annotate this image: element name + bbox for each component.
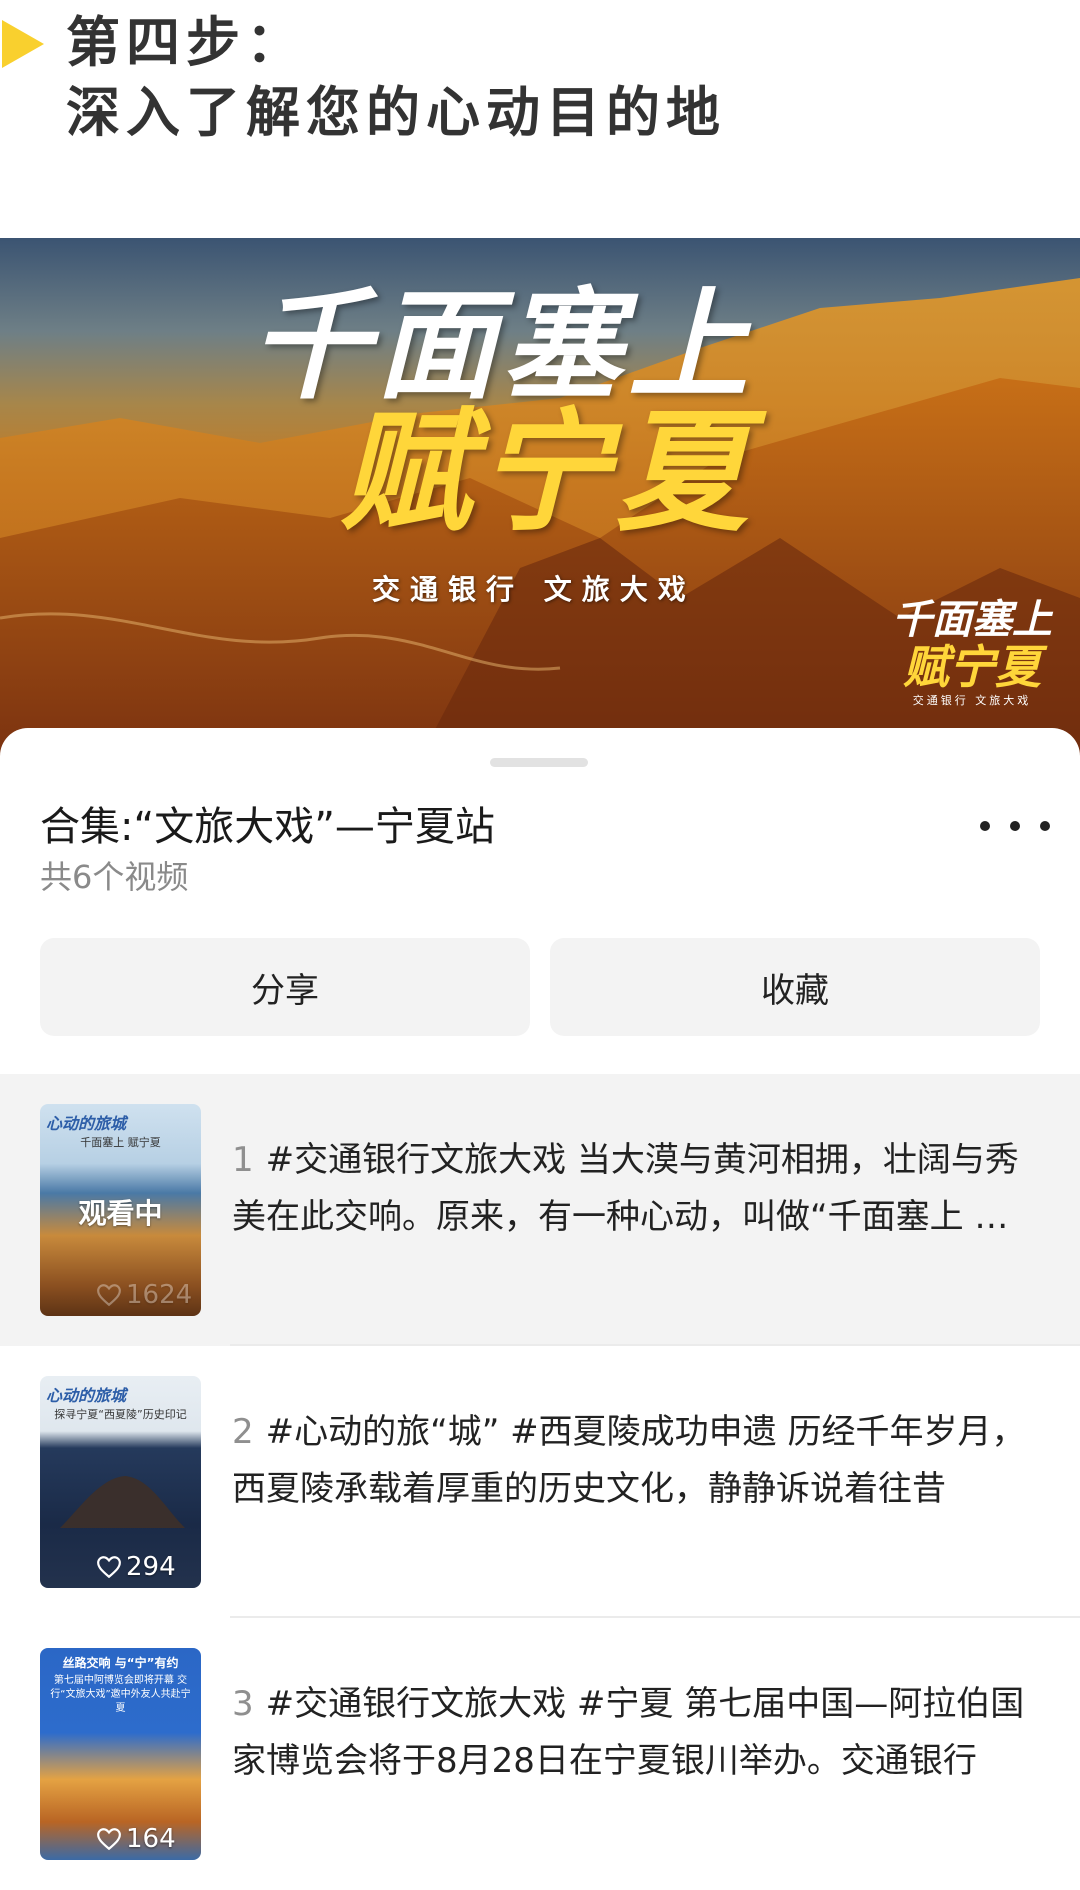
like-count: 1624 bbox=[96, 1280, 192, 1310]
dot bbox=[1010, 821, 1020, 831]
hero-subtitle: 交通银行 文旅大戏 bbox=[372, 573, 696, 606]
heart-icon bbox=[97, 1556, 121, 1579]
hero-corner-logo: 千面塞上 赋宁夏 交通银行 文旅大戏 bbox=[882, 598, 1062, 708]
video-text: #交通银行文旅大戏 #宁夏 第七届中国—阿拉伯国家博览会将于8月28日在宁夏银川… bbox=[232, 1684, 1025, 1781]
now-watching-badge: 观看中 bbox=[78, 1197, 163, 1230]
video-description: 1 #交通银行文旅大戏 当大漠与黄河相拥，壮阔与秀美在此交响。原来，有一种心动，叫… bbox=[232, 1132, 1032, 1246]
video-text: #交通银行文旅大戏 当大漠与黄河相拥，壮阔与秀美在此交响。原来，有一种心动，叫做… bbox=[232, 1140, 1019, 1237]
step-title-line1: 第四步： bbox=[66, 11, 306, 74]
video-index: 2 bbox=[232, 1412, 254, 1452]
hero-logo-line2: 赋宁夏 bbox=[903, 640, 1041, 694]
video-index: 1 bbox=[232, 1140, 254, 1180]
list-item-3[interactable]: 丝路交响 与“宁”有约 第七届中阿博览会即将开幕 交行“文旅大戏”邀中外友人共赴… bbox=[0, 1618, 1080, 1890]
like-count-value: 1624 bbox=[126, 1280, 193, 1310]
thumb-heading: 心动的旅城 bbox=[46, 1114, 127, 1133]
step-title-line2: 深入了解您的心动目的地 bbox=[66, 81, 726, 144]
thumb-heading: 丝路交响 与“宁”有约 bbox=[62, 1656, 179, 1670]
dot bbox=[980, 821, 990, 831]
collection-sheet: 合集:“文旅大戏”—宁夏站 共6个视频 分享 收藏 心动的旅城 千面塞上 赋宁夏… bbox=[0, 728, 1080, 1860]
video-thumbnail[interactable]: 心动的旅城 千面塞上 赋宁夏 观看中 1624 bbox=[40, 1104, 201, 1316]
dot bbox=[1040, 821, 1050, 831]
video-description: 2 #心动的旅“城” #西夏陵成功申遗 历经千年岁月，西夏陵承载着厚重的历史文化，… bbox=[232, 1404, 1032, 1518]
share-button[interactable]: 分享 bbox=[40, 938, 530, 1036]
hero-title-line2: 赋宁夏 bbox=[340, 395, 754, 550]
thumb-heading: 心动的旅城 bbox=[46, 1386, 127, 1405]
list-item-2[interactable]: 心动的旅城 探寻宁夏“西夏陵”历史印记 294 2 #心动的旅“城” #西夏陵成功… bbox=[0, 1346, 1080, 1618]
like-count-value: 164 bbox=[126, 1824, 176, 1854]
more-options-icon[interactable] bbox=[980, 808, 1050, 844]
video-count: 共6个视频 bbox=[40, 858, 189, 896]
heart-icon bbox=[97, 1284, 121, 1307]
list-item-1[interactable]: 心动的旅城 千面塞上 赋宁夏 观看中 1624 1 #交通银行文旅大戏 当大漠与黄… bbox=[0, 1074, 1080, 1346]
heart-icon bbox=[97, 1828, 121, 1851]
hero-video[interactable]: 千面塞上 赋宁夏 交通银行 文旅大戏 千面塞上 赋宁夏 交通银行 文旅大戏 bbox=[0, 238, 1080, 758]
drag-handle[interactable] bbox=[490, 758, 588, 767]
thumb-subheading: 千面塞上 赋宁夏 bbox=[80, 1136, 161, 1149]
thumb-subheading: 第七届中阿博览会即将开幕 交行“文旅大戏”邀中外友人共赴宁夏 bbox=[50, 1675, 191, 1714]
tomb-silhouette bbox=[60, 1476, 185, 1528]
play-triangle-icon bbox=[2, 20, 44, 68]
favorite-button[interactable]: 收藏 bbox=[550, 938, 1040, 1036]
like-count: 294 bbox=[96, 1552, 176, 1582]
thumb-subheading: 探寻宁夏“西夏陵”历史印记 bbox=[54, 1408, 187, 1421]
step-header: 第四步： 深入了解您的心动目的地 bbox=[0, 0, 1080, 220]
hero-logo-line1: 千面塞上 bbox=[892, 596, 1052, 643]
video-thumbnail[interactable]: 心动的旅城 探寻宁夏“西夏陵”历史印记 294 bbox=[40, 1376, 201, 1588]
video-thumbnail[interactable]: 丝路交响 与“宁”有约 第七届中阿博览会即将开幕 交行“文旅大戏”邀中外友人共赴… bbox=[40, 1648, 201, 1860]
step-title: 第四步： 深入了解您的心动目的地 bbox=[66, 8, 726, 148]
collection-title: 合集:“文旅大戏”—宁夏站 bbox=[40, 804, 495, 850]
video-index: 3 bbox=[232, 1684, 254, 1724]
hero-logo-line3: 交通银行 文旅大戏 bbox=[912, 694, 1032, 707]
like-count: 164 bbox=[96, 1824, 176, 1854]
video-text: #心动的旅“城” #西夏陵成功申遗 历经千年岁月，西夏陵承载着厚重的历史文化，静… bbox=[232, 1412, 1026, 1509]
video-description: 3 #交通银行文旅大戏 #宁夏 第七届中国—阿拉伯国家博览会将于8月28日在宁夏银… bbox=[232, 1676, 1032, 1790]
like-count-value: 294 bbox=[126, 1552, 176, 1582]
